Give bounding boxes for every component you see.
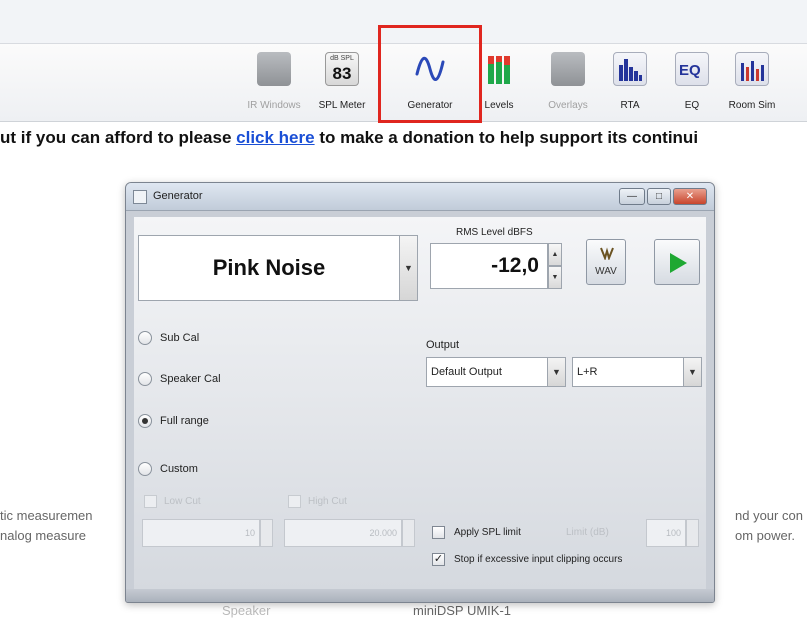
rms-level-input[interactable]: -12,0 bbox=[430, 243, 548, 289]
toolbar-ir-windows-button[interactable]: IR Windows bbox=[242, 50, 306, 118]
spl-limit-stepper[interactable] bbox=[686, 519, 699, 547]
high-cut-checkbox[interactable] bbox=[288, 495, 301, 508]
output-channel-value: L+R bbox=[577, 366, 598, 378]
signal-type-select[interactable]: Pink Noise bbox=[138, 235, 400, 301]
maximize-icon: □ bbox=[655, 191, 663, 202]
generator-window: Generator — □ ✕ Pink Noise ▼ RMS Level d… bbox=[125, 182, 715, 603]
banner-text-before: ut if you can afford to please bbox=[0, 128, 237, 147]
app-icon bbox=[133, 190, 147, 204]
window-bottom-strip bbox=[126, 589, 714, 602]
radio-custom-label: Custom bbox=[160, 463, 198, 475]
toolbar-overlays-label: Overlays bbox=[548, 100, 588, 111]
wav-button-label: WAV bbox=[595, 266, 617, 277]
room-sim-icon bbox=[735, 52, 769, 86]
arrow-up-icon: ▲ bbox=[551, 251, 559, 258]
output-device-value: Default Output bbox=[431, 366, 502, 378]
toolbar-eq-label: EQ bbox=[684, 100, 700, 111]
toolbar-room-sim-label: Room Sim bbox=[728, 100, 776, 111]
toolbar-spl-meter-button[interactable]: dB SPL 83 SPL Meter bbox=[310, 50, 374, 118]
generator-panel: Pink Noise ▼ RMS Level dBFS -12,0 ▲ ▼ WA… bbox=[134, 217, 706, 589]
apply-spl-limit-label: Apply SPL limit bbox=[454, 527, 521, 538]
donation-banner: ut if you can afford to please click her… bbox=[0, 128, 807, 154]
stop-clipping-label: Stop if excessive input clipping occurs bbox=[454, 554, 623, 565]
rms-level-increment[interactable]: ▲ bbox=[548, 243, 562, 266]
toolbar-room-sim-button[interactable]: Room Sim bbox=[720, 50, 784, 118]
toolbar-rta-label: RTA bbox=[620, 100, 640, 111]
checkmark-icon: ✓ bbox=[433, 553, 444, 565]
eq-icon: EQ bbox=[675, 52, 709, 86]
ir-windows-icon bbox=[257, 52, 291, 86]
spl-meter-icon: dB SPL 83 bbox=[325, 52, 359, 86]
play-button[interactable] bbox=[654, 239, 700, 285]
radio-speaker-cal-label: Speaker Cal bbox=[160, 373, 221, 385]
background-text-left-1: tic measuremen bbox=[0, 508, 93, 523]
spl-limit-label: Limit (dB) bbox=[566, 527, 609, 538]
spl-badge-unit: dB SPL bbox=[330, 55, 354, 62]
output-label: Output bbox=[426, 339, 460, 351]
generator-highlight-box bbox=[378, 25, 482, 123]
spl-badge-value: 83 bbox=[332, 64, 352, 83]
background-text-right-2: om power. bbox=[735, 528, 795, 543]
high-cut-input[interactable]: 20.000 bbox=[284, 519, 402, 547]
close-button[interactable]: ✕ bbox=[673, 188, 707, 205]
radio-sub-cal-label: Sub Cal bbox=[160, 332, 200, 344]
background-text-right-1: nd your con bbox=[735, 508, 803, 523]
output-device-select[interactable]: Default Output ▼ bbox=[426, 357, 566, 387]
donation-link[interactable]: click here bbox=[236, 128, 314, 147]
chevron-down-icon: ▼ bbox=[547, 358, 565, 386]
svg-text:EQ: EQ bbox=[679, 62, 701, 79]
rms-level-label: RMS Level dBFS bbox=[456, 227, 533, 238]
close-icon: ✕ bbox=[685, 191, 695, 202]
arrow-down-icon: ▼ bbox=[551, 274, 559, 281]
low-cut-stepper[interactable] bbox=[260, 519, 273, 547]
levels-icon bbox=[482, 52, 516, 86]
toolbar-overlays-button[interactable]: Overlays bbox=[536, 50, 600, 118]
output-channel-select[interactable]: L+R ▼ bbox=[572, 357, 702, 387]
radio-full-range[interactable] bbox=[138, 414, 152, 428]
radio-sub-cal[interactable] bbox=[138, 331, 152, 345]
maximize-button[interactable]: □ bbox=[647, 188, 671, 205]
background-text-left-2: nalog measure bbox=[0, 528, 86, 543]
radio-speaker-cal[interactable] bbox=[138, 372, 152, 386]
rms-level-decrement[interactable]: ▼ bbox=[548, 266, 562, 289]
high-cut-label: High Cut bbox=[308, 496, 347, 507]
toolbar-eq-button[interactable]: EQ EQ bbox=[660, 50, 724, 118]
apply-spl-limit-checkbox[interactable] bbox=[432, 526, 445, 539]
low-cut-label: Low Cut bbox=[164, 496, 201, 507]
play-icon bbox=[670, 253, 687, 273]
toolbar-rta-button[interactable]: RTA bbox=[598, 50, 662, 118]
minimize-button[interactable]: — bbox=[619, 188, 645, 205]
window-titlebar[interactable]: Generator — □ ✕ bbox=[126, 183, 714, 211]
chevron-down-icon: ▼ bbox=[683, 358, 701, 386]
banner-text-after: to make a donation to help support its c… bbox=[314, 128, 699, 147]
background-text-bottom-left: Speaker bbox=[222, 603, 271, 618]
save-wav-button[interactable]: WAV bbox=[586, 239, 626, 285]
spl-limit-input[interactable]: 100 bbox=[646, 519, 686, 547]
toolbar-spl-meter-label: SPL Meter bbox=[318, 100, 366, 111]
overlays-icon bbox=[551, 52, 585, 86]
toolbar-ir-windows-label: IR Windows bbox=[247, 100, 301, 111]
background-text-bottom-center: miniDSP UMIK-1 bbox=[413, 603, 512, 618]
minimize-icon: — bbox=[627, 191, 637, 202]
high-cut-stepper[interactable] bbox=[402, 519, 415, 547]
window-title: Generator bbox=[153, 190, 203, 202]
chevron-down-icon: ▼ bbox=[404, 263, 413, 273]
waveform-file-icon bbox=[600, 246, 614, 262]
low-cut-input[interactable]: 10 bbox=[142, 519, 260, 547]
radio-custom[interactable] bbox=[138, 462, 152, 476]
low-cut-checkbox[interactable] bbox=[144, 495, 157, 508]
signal-type-dropdown-button[interactable]: ▼ bbox=[400, 235, 418, 301]
radio-full-range-label: Full range bbox=[160, 415, 209, 427]
stop-clipping-checkbox[interactable]: ✓ bbox=[432, 553, 445, 566]
rta-icon bbox=[613, 52, 647, 86]
